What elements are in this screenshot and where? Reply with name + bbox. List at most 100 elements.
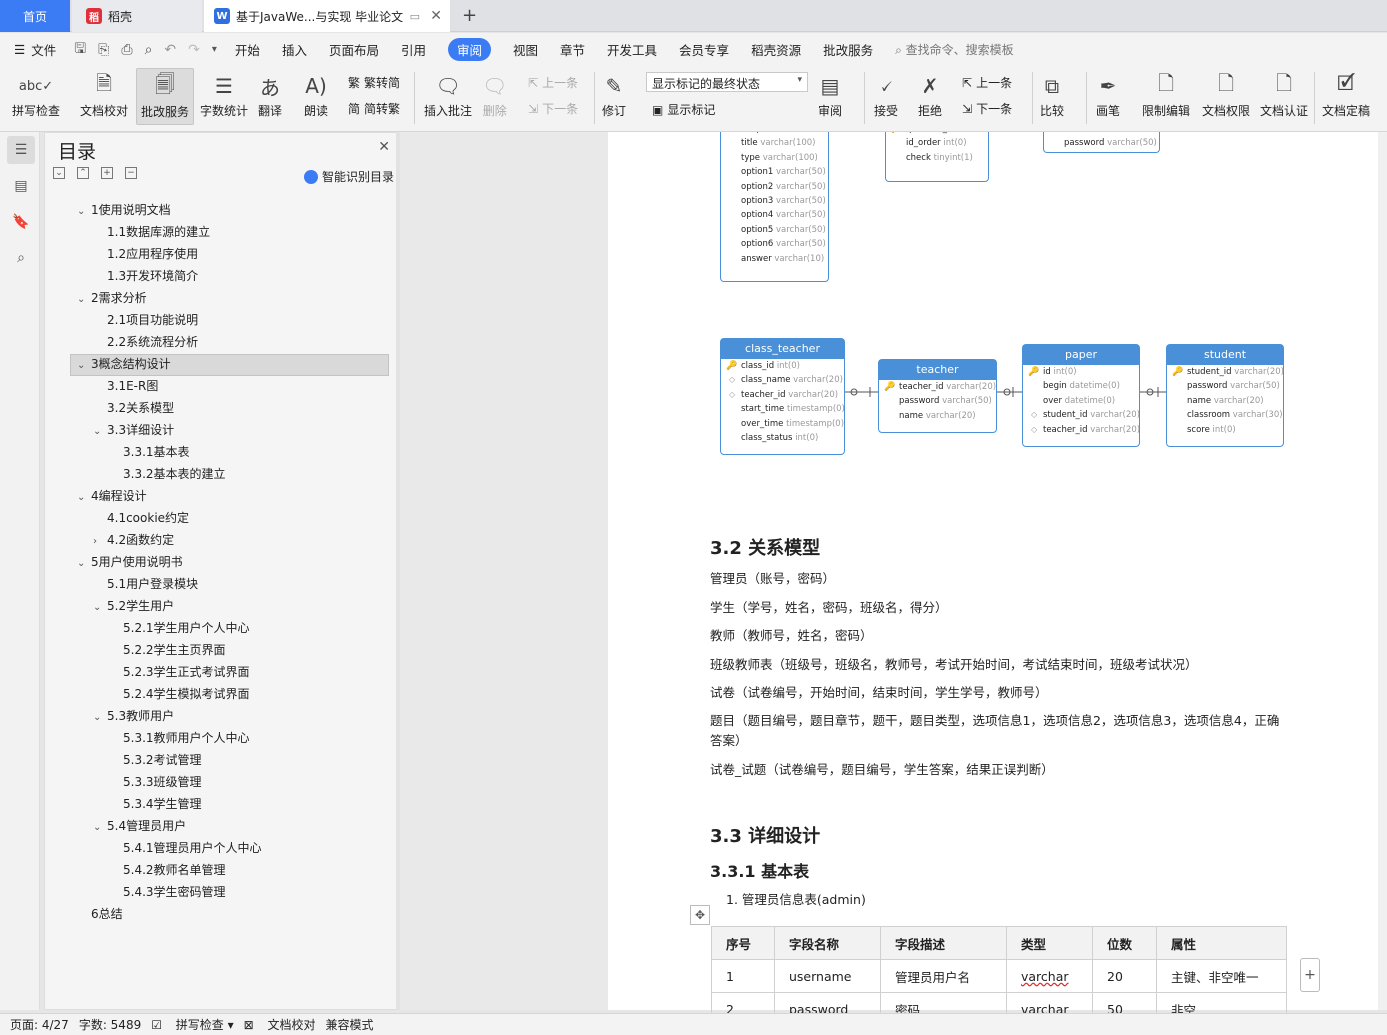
undo-icon[interactable]: ↶ — [164, 42, 176, 58]
expand-all-icon[interactable]: ⌃ — [77, 167, 89, 179]
toc-item[interactable]: 1.2应用程序使用 — [107, 243, 198, 265]
toc-item[interactable]: 5.2.3学生正式考试界面 — [123, 661, 250, 683]
toc-item[interactable]: 5.3.4学生管理 — [123, 793, 202, 815]
bookmark-icon[interactable]: 🔖 — [11, 212, 31, 232]
spell-check-status[interactable]: ☑ 拼写检查 ▾ — [151, 1016, 233, 1033]
toc-item[interactable]: 3.3.1基本表 — [123, 441, 190, 463]
proofread-status[interactable]: ⊠ 文档校对 — [244, 1016, 316, 1033]
chevron-down-icon[interactable]: ⌄ — [93, 817, 107, 839]
reject-button[interactable]: ✗ 拒绝 — [918, 70, 942, 119]
menu-item[interactable]: 会员专享 — [679, 40, 729, 59]
tab-home[interactable]: 首页 — [0, 0, 70, 32]
tab-document[interactable]: W 基于JavaWe...与实现 毕业论文 ▭ ✕ — [204, 0, 450, 32]
toc-item[interactable]: 3.3.2基本表的建立 — [123, 463, 226, 485]
spell-check-button[interactable]: abc✓ 拼写检查 — [12, 70, 60, 119]
toc-item[interactable]: ⌄ 5.3教师用户 — [93, 705, 174, 727]
chevron-down-icon[interactable]: ⌄ — [77, 553, 91, 575]
proofread-button[interactable]: 🗎 文档校对 — [80, 70, 128, 119]
redo-icon[interactable]: ↷ — [188, 42, 200, 58]
chevron-down-icon[interactable]: ⌄ — [77, 355, 91, 377]
toc-item[interactable]: ⌄ 1使用说明文档 — [77, 199, 171, 221]
pen-button[interactable]: ✒ 画笔 — [1096, 70, 1120, 119]
save-icon[interactable]: 🖫 — [74, 38, 86, 62]
simp-to-trad-button[interactable]: 简简转繁 — [348, 100, 400, 117]
finalize-button[interactable]: 🗹 文档定稿 — [1322, 70, 1370, 119]
compare-button[interactable]: ⧉ 比较 — [1040, 70, 1064, 119]
close-icon[interactable]: ✕ — [378, 139, 390, 155]
chevron-right-icon[interactable]: › — [93, 531, 107, 553]
chapter-nav-icon[interactable]: ▤ — [11, 176, 31, 196]
toc-item[interactable]: 5.3.3班级管理 — [123, 771, 202, 793]
command-search[interactable]: ⌕ 查找命令、搜索模板 — [895, 41, 1014, 58]
add-row-icon[interactable]: + — [1300, 958, 1320, 992]
menu-item[interactable]: 插入 — [282, 40, 307, 59]
menu-item[interactable]: 引用 — [401, 40, 426, 59]
show-markup-button[interactable]: ▣ 显示标记 — [652, 101, 715, 118]
accept-button[interactable]: 🗸 接受 — [874, 70, 898, 119]
menu-item[interactable]: 视图 — [513, 40, 538, 59]
read-aloud-button[interactable]: A) 朗读 — [304, 70, 328, 119]
toc-item[interactable]: 5.4.1管理员用户个人中心 — [123, 837, 262, 859]
menu-item[interactable]: 稻壳资源 — [751, 40, 801, 59]
prev-change-button[interactable]: ⇱ 上一条 — [962, 74, 1012, 91]
toc-item[interactable]: 5.3.2考试管理 — [123, 749, 202, 771]
menu-item[interactable]: 批改服务 — [823, 40, 873, 59]
table-move-handle-icon[interactable]: ✥ — [690, 905, 710, 925]
document-page[interactable]: chapter varchar(10)title varchar(100)typ… — [608, 132, 1387, 1010]
toc-item[interactable]: 3.2关系模型 — [107, 397, 174, 419]
toc-panel-icon[interactable]: ☰ — [7, 136, 35, 164]
remove-heading-icon[interactable]: − — [125, 167, 137, 179]
toc-item[interactable]: 5.1用户登录模块 — [107, 573, 198, 595]
qat-more-icon[interactable]: ▾ — [212, 44, 217, 55]
markup-state-select[interactable]: 显示标记的最终状态 ▾ — [646, 72, 808, 92]
collapse-all-icon[interactable]: ⌄ — [53, 167, 65, 179]
toc-item[interactable]: 3.1E-R图 — [107, 375, 158, 397]
tab-close-icon[interactable]: ✕ — [430, 8, 442, 24]
menu-item[interactable]: 章节 — [560, 40, 585, 59]
delete-comment-button[interactable]: 🗨 删除 — [482, 70, 507, 119]
new-tab-icon[interactable]: + — [462, 5, 477, 26]
menu-item[interactable]: 开发工具 — [607, 40, 657, 59]
word-count-button[interactable]: ☰ 字数统计 — [200, 70, 248, 119]
word-count-indicator[interactable]: 字数: 5489 — [79, 1016, 141, 1033]
toc-item[interactable]: 5.3.1教师用户个人中心 — [123, 727, 250, 749]
table-cell[interactable]: varchar — [1006, 959, 1093, 993]
toc-item[interactable]: 5.2.2学生主页界面 — [123, 639, 226, 661]
file-menu[interactable]: ☰ 文件 — [14, 40, 56, 59]
toc-item[interactable]: 5.4.2教师名单管理 — [123, 859, 226, 881]
track-changes-button[interactable]: ✎ 修订 — [602, 70, 626, 119]
document-scrollbar[interactable] — [1378, 132, 1387, 1010]
toc-item[interactable]: 4.1cookie约定 — [107, 507, 189, 529]
tab-window-icon[interactable]: ▭ — [410, 10, 420, 23]
chevron-down-icon[interactable]: ⌄ — [93, 421, 107, 443]
smart-toc-button[interactable]: 智能识别目录 — [303, 168, 394, 185]
chevron-down-icon[interactable]: ⌄ — [77, 201, 91, 223]
toc-item[interactable]: › 4.2函数约定 — [93, 529, 174, 551]
toc-item[interactable]: 1.3开发环境简介 — [107, 265, 198, 287]
table-cell[interactable]: 主键、非空唯一 — [1156, 959, 1287, 993]
toc-item[interactable]: 5.2.4学生模拟考试界面 — [123, 683, 250, 705]
table-cell[interactable]: username — [774, 959, 881, 993]
table-cell[interactable]: 20 — [1092, 959, 1157, 993]
print-preview-icon[interactable]: ⌕ — [145, 42, 153, 58]
toc-item[interactable]: 1.1数据库源的建立 — [107, 221, 210, 243]
review-pane-button[interactable]: ▤ 审阅 — [818, 70, 842, 119]
toc-item[interactable]: ⌄ 4编程设计 — [77, 485, 147, 507]
toc-item[interactable]: ⌄ 3概念结构设计 — [77, 353, 171, 375]
print-icon[interactable]: ⎙ — [121, 42, 132, 58]
next-change-button[interactable]: ⇲ 下一条 — [962, 100, 1012, 117]
search-icon[interactable]: ⌕ — [11, 248, 31, 268]
table-cell[interactable]: 管理员用户名 — [880, 959, 1007, 993]
toc-item[interactable]: 5.4.3学生密码管理 — [123, 881, 226, 903]
prev-comment-button[interactable]: ⇱ 上一条 — [528, 74, 578, 91]
trad-to-simp-button[interactable]: 繁繁转简 — [348, 74, 400, 91]
restrict-editing-button[interactable]: 🗋 限制编辑 — [1142, 70, 1190, 119]
chevron-down-icon[interactable]: ⌄ — [93, 597, 107, 619]
toc-item[interactable]: ⌄ 5用户使用说明书 — [77, 551, 183, 573]
toc-item[interactable]: 6总结 — [91, 903, 123, 925]
export-pdf-icon[interactable]: ⎘ — [98, 42, 109, 58]
toc-item[interactable]: 5.2.1学生用户个人中心 — [123, 617, 250, 639]
menu-item[interactable]: 开始 — [235, 40, 260, 59]
toc-item[interactable]: ⌄ 2需求分析 — [77, 287, 147, 309]
toc-item[interactable]: ⌄ 3.3详细设计 — [93, 419, 174, 441]
